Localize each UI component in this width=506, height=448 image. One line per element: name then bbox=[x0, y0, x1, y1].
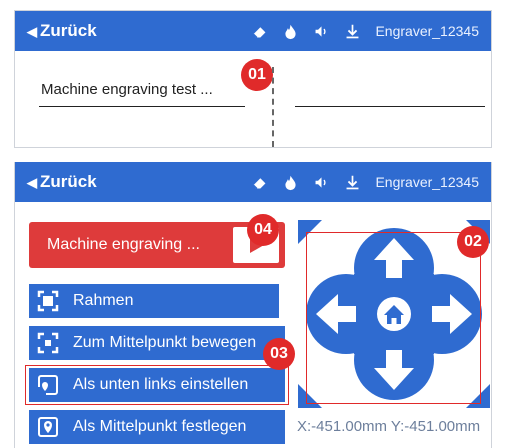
sound-icon[interactable] bbox=[313, 23, 330, 40]
move-to-center-button[interactable]: Zum Mittelpunkt bewegen bbox=[29, 326, 285, 360]
center-pin-icon bbox=[38, 417, 58, 437]
move-to-center-label: Zum Mittelpunkt bewegen bbox=[73, 334, 257, 351]
back-arrow-icon: ◀ bbox=[27, 175, 37, 190]
panel-divider bbox=[272, 67, 274, 147]
set-center-button[interactable]: Als Mittelpunkt festlegen bbox=[29, 410, 285, 444]
flame-icon[interactable] bbox=[282, 174, 299, 191]
badge-01: 01 bbox=[241, 59, 273, 91]
back-label: Zurück bbox=[40, 172, 97, 191]
file-name-underline bbox=[39, 106, 245, 107]
badge-04: 04 bbox=[247, 214, 279, 246]
sound-icon[interactable] bbox=[313, 174, 330, 191]
back-button[interactable]: ◀ Zurück bbox=[27, 11, 97, 51]
back-arrow-icon: ◀ bbox=[27, 24, 37, 39]
preview-panel: ◀ Zurück Engraver_12345 Machine engraving… bbox=[14, 10, 492, 148]
engrave-button-label: Machine engraving ... bbox=[47, 236, 200, 253]
highlight-frame-03 bbox=[25, 365, 289, 405]
frame-icon bbox=[37, 290, 59, 312]
back-button[interactable]: ◀ Zurück bbox=[27, 162, 97, 202]
highlight-frame-02 bbox=[306, 232, 481, 404]
status-icons: Engraver_12345 bbox=[251, 11, 479, 51]
eraser-icon[interactable] bbox=[251, 23, 268, 40]
device-name: Engraver_12345 bbox=[375, 174, 479, 190]
device-name: Engraver_12345 bbox=[375, 23, 479, 39]
right-field-underline bbox=[295, 106, 485, 107]
frame-button[interactable]: Rahmen bbox=[29, 284, 279, 318]
back-label: Zurück bbox=[40, 21, 97, 40]
eraser-icon[interactable] bbox=[251, 174, 268, 191]
control-panel: ◀ Zurück Engraver_12345 Machine engraving… bbox=[14, 162, 492, 448]
set-center-label: Als Mittelpunkt festlegen bbox=[73, 418, 247, 435]
badge-02: 02 bbox=[457, 226, 489, 258]
status-icons: Engraver_12345 bbox=[251, 162, 479, 202]
download-icon[interactable] bbox=[344, 23, 361, 40]
file-name-label: Machine engraving test ... bbox=[41, 81, 213, 98]
flame-icon[interactable] bbox=[282, 23, 299, 40]
frame-button-label: Rahmen bbox=[73, 292, 134, 309]
badge-03: 03 bbox=[263, 338, 295, 370]
top-bar: ◀ Zurück Engraver_12345 bbox=[15, 162, 491, 202]
top-bar: ◀ Zurück Engraver_12345 bbox=[15, 11, 491, 51]
coordinates-readout: X:-451.00mm Y:-451.00mm bbox=[297, 418, 481, 435]
center-move-icon bbox=[37, 332, 59, 354]
download-icon[interactable] bbox=[344, 174, 361, 191]
